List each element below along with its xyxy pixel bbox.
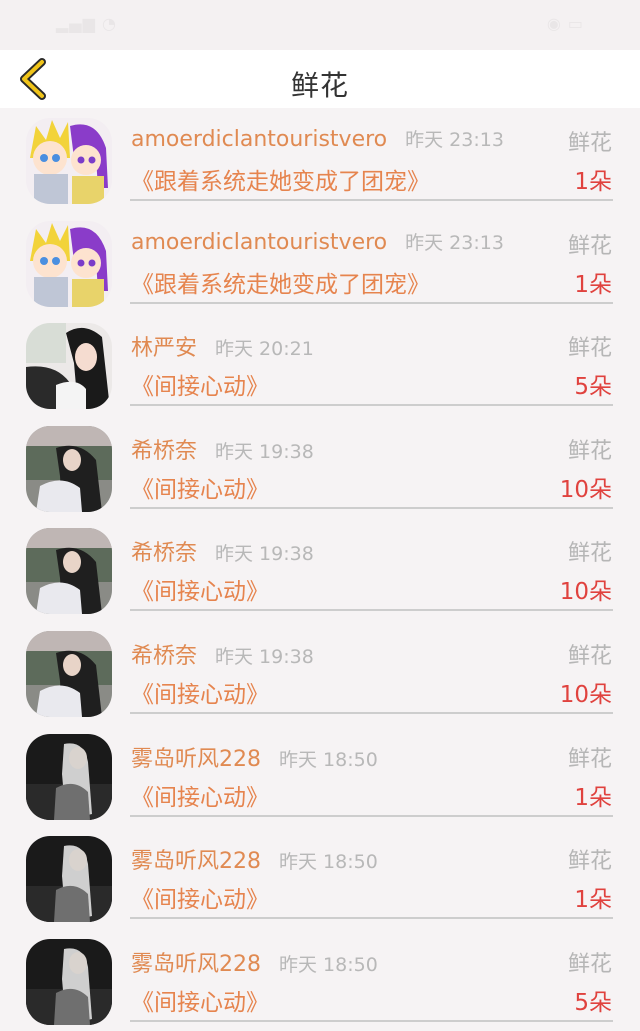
- avatar[interactable]: [26, 528, 112, 615]
- avatar[interactable]: [26, 118, 112, 204]
- list-item[interactable]: 雾岛听风228 昨天 18:50 鲜花 《间接心动》 1朵: [0, 724, 640, 827]
- timestamp: 昨天 19:38: [215, 645, 314, 668]
- flower-count: 5朵: [574, 989, 612, 1016]
- avatar[interactable]: [26, 425, 112, 512]
- gift-type: 鲜花: [567, 131, 612, 156]
- timestamp: 昨天 18:50: [279, 953, 378, 976]
- flower-count: 1朵: [574, 887, 612, 914]
- gift-type: 鲜花: [567, 951, 612, 977]
- avatar[interactable]: [26, 220, 112, 307]
- divider: [130, 301, 613, 304]
- divider: [130, 814, 613, 817]
- user-name[interactable]: amoerdiclantouristvero 昨天 23:13: [131, 125, 504, 152]
- gift-type: 鲜花: [567, 336, 612, 362]
- flower-count: 5朵: [574, 374, 612, 401]
- gift-type: 鲜花: [567, 849, 612, 875]
- list-item[interactable]: 雾岛听风228 昨天 18:50 鲜花 《间接心动》 1朵: [0, 826, 640, 929]
- book-title[interactable]: 《间接心动》: [131, 367, 269, 401]
- divider: [130, 711, 613, 714]
- timestamp: 昨天 18:50: [279, 748, 378, 771]
- flower-count: 1朵: [574, 784, 612, 811]
- user-name-label: 雾岛听风228: [131, 951, 261, 977]
- status-bar: ▂▄▆ ◔ ◉ ▭: [0, 0, 640, 50]
- flower-count: 10朵: [559, 476, 612, 503]
- signal-icon: ▂▄▆ ◔: [56, 14, 117, 33]
- avatar[interactable]: [26, 630, 112, 717]
- user-name[interactable]: amoerdiclantouristvero 昨天 23:13: [131, 228, 504, 255]
- gift-type: 鲜花: [567, 541, 612, 567]
- divider: [130, 199, 613, 201]
- user-name-label: 林严安: [131, 336, 198, 362]
- avatar[interactable]: [26, 733, 112, 820]
- user-name[interactable]: 雾岛听风228 昨天 18:50: [131, 946, 378, 978]
- page-title: 鲜花: [290, 69, 349, 102]
- list-item[interactable]: 林严安 昨天 20:21 鲜花 《间接心动》 5朵: [0, 313, 640, 416]
- divider: [130, 1019, 613, 1022]
- flower-count: 10朵: [559, 681, 612, 708]
- timestamp: 昨天 23:13: [405, 129, 504, 151]
- clock-icon: ◉ ▭: [546, 14, 584, 33]
- gift-type: 鲜花: [567, 438, 612, 464]
- user-name[interactable]: 希桥奈 昨天 19:38: [131, 433, 314, 465]
- book-title[interactable]: 《间接心动》: [131, 778, 269, 812]
- book-title[interactable]: 《间接心动》: [131, 880, 269, 914]
- list-item[interactable]: amoerdiclantouristvero 昨天 23:13 鲜花 《跟着系统走…: [0, 108, 640, 211]
- timestamp: 昨天 20:21: [215, 338, 314, 361]
- list-item[interactable]: 雾岛听风228 昨天 18:50 鲜花 《间接心动》 5朵: [0, 929, 640, 1031]
- user-name[interactable]: 雾岛听风228 昨天 18:50: [131, 741, 378, 773]
- flower-count: 1朵: [574, 271, 612, 298]
- book-title[interactable]: 《跟着系统走她变成了团宠》: [131, 162, 430, 196]
- flower-count: 1朵: [574, 169, 612, 195]
- flower-list: amoerdiclantouristvero 昨天 23:13 鲜花 《跟着系统走…: [0, 108, 640, 1031]
- user-name-label: 希桥奈: [131, 541, 198, 567]
- user-name[interactable]: 希桥奈 昨天 19:38: [131, 638, 314, 670]
- user-name[interactable]: 雾岛听风228 昨天 18:50: [131, 843, 378, 875]
- list-item[interactable]: 希桥奈 昨天 19:38 鲜花 《间接心动》 10朵: [0, 621, 640, 724]
- book-title[interactable]: 《间接心动》: [131, 572, 269, 606]
- book-title[interactable]: 《间接心动》: [131, 983, 269, 1017]
- flower-count: 10朵: [559, 579, 612, 606]
- user-name-label: amoerdiclantouristvero: [131, 127, 388, 152]
- gift-type: 鲜花: [567, 746, 612, 772]
- timestamp: 昨天 18:50: [279, 851, 378, 874]
- list-item[interactable]: amoerdiclantouristvero 昨天 23:13 鲜花 《跟着系统走…: [0, 211, 640, 314]
- gift-type: 鲜花: [567, 233, 612, 259]
- divider: [130, 404, 613, 407]
- user-name-label: 希桥奈: [131, 438, 198, 464]
- avatar[interactable]: [26, 323, 112, 410]
- user-name-label: 雾岛听风228: [131, 849, 261, 875]
- timestamp: 昨天 23:13: [405, 231, 504, 254]
- list-item[interactable]: 希桥奈 昨天 19:38 鲜花 《间接心动》 10朵: [0, 416, 640, 519]
- user-name[interactable]: 林严安 昨天 20:21: [131, 330, 314, 362]
- user-name-label: 希桥奈: [131, 643, 198, 669]
- user-name[interactable]: 希桥奈 昨天 19:38: [131, 535, 314, 567]
- divider: [130, 917, 613, 920]
- list-item[interactable]: 希桥奈 昨天 19:38 鲜花 《间接心动》 10朵: [0, 518, 640, 621]
- avatar[interactable]: [26, 938, 112, 1025]
- gift-type: 鲜花: [567, 643, 612, 669]
- divider: [130, 609, 613, 612]
- avatar[interactable]: [26, 836, 112, 923]
- timestamp: 昨天 19:38: [215, 543, 314, 566]
- timestamp: 昨天 19:38: [215, 440, 314, 463]
- user-name-label: 雾岛听风228: [131, 746, 261, 772]
- user-name-label: amoerdiclantouristvero: [131, 229, 388, 255]
- nav-bar: 鲜花: [0, 50, 640, 108]
- divider: [130, 506, 613, 509]
- book-title[interactable]: 《跟着系统走她变成了团宠》: [131, 265, 430, 299]
- book-title[interactable]: 《间接心动》: [131, 675, 269, 709]
- book-title[interactable]: 《间接心动》: [131, 470, 269, 504]
